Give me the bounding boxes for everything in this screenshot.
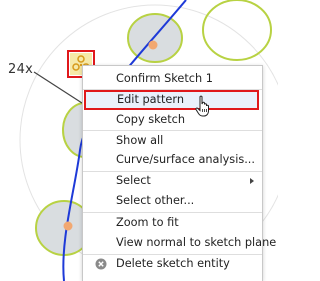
- menu-item-select[interactable]: Select: [83, 171, 262, 191]
- chevron-right-icon: [250, 178, 254, 184]
- menu-item-label: Confirm Sketch 1: [116, 72, 213, 85]
- menu-item-label: Copy sketch: [116, 113, 186, 126]
- menu-item-view-normal[interactable]: View normal to sketch plane: [83, 233, 276, 253]
- sketch-ellipse[interactable]: [202, 0, 272, 61]
- menu-item-label: View normal to sketch plane: [116, 236, 277, 249]
- menu-item-delete-sketch-entity[interactable]: Delete sketch entity: [83, 254, 262, 274]
- menu-item-confirm-sketch[interactable]: Confirm Sketch 1: [83, 69, 262, 89]
- menu-item-copy-sketch[interactable]: Copy sketch: [83, 110, 262, 130]
- menu-item-label: Show all: [116, 134, 164, 147]
- sketch-context-menu: Confirm Sketch 1 Edit pattern Copy sketc…: [82, 65, 276, 281]
- menu-item-show-all[interactable]: Show all: [83, 131, 262, 151]
- hand-pointer-icon: [195, 95, 209, 117]
- menu-item-label: Select other...: [116, 194, 195, 207]
- menu-item-select-other[interactable]: Select other...: [83, 191, 262, 211]
- menu-item-label: Zoom to fit: [116, 216, 179, 229]
- menu-item-edit-pattern[interactable]: Edit pattern: [84, 90, 259, 110]
- delete-icon: [95, 258, 107, 270]
- menu-item-curve-surface-analysis[interactable]: Curve/surface analysis...: [83, 150, 262, 170]
- menu-item-label: Edit pattern: [117, 93, 184, 106]
- sketch-ellipse[interactable]: [127, 13, 183, 63]
- menu-item-zoom-to-fit[interactable]: Zoom to fit: [83, 213, 262, 233]
- menu-item-label: Curve/surface analysis...: [116, 153, 255, 166]
- menu-item-label: Delete sketch entity: [116, 257, 230, 270]
- pattern-count-label: 24x: [8, 62, 34, 77]
- menu-item-label: Select: [116, 174, 151, 187]
- sketch-point[interactable]: [148, 40, 158, 50]
- sketch-point[interactable]: [63, 221, 73, 231]
